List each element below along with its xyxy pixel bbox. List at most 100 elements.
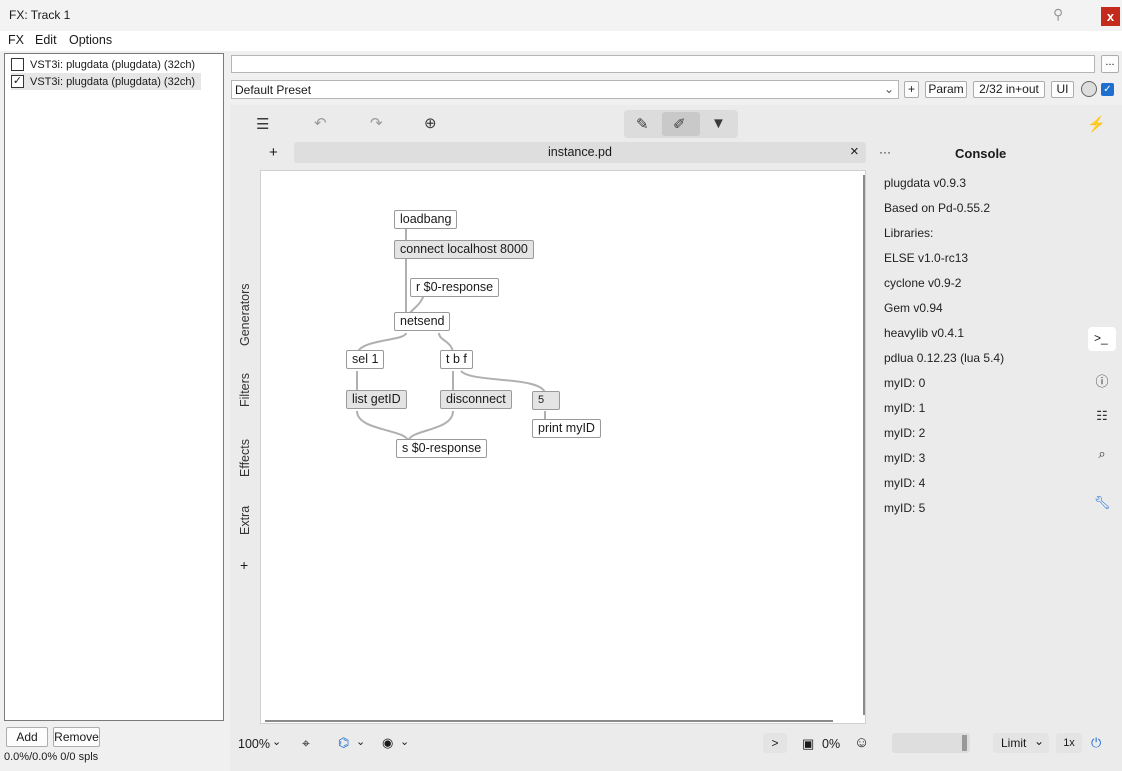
cpu-status: 0.0%/0.0% 0/0 spls	[4, 751, 99, 763]
chevron-down-icon[interactable]: ⌄	[356, 735, 365, 748]
smiley-icon[interactable]: ☺	[854, 734, 869, 751]
add-category-button[interactable]: +	[240, 557, 248, 573]
pd-object[interactable]: r $0-response	[410, 278, 500, 297]
chevron-down-icon[interactable]: ⌄	[400, 735, 409, 748]
limiter-button[interactable]: Limit ⌄	[993, 733, 1049, 753]
patch-connections	[356, 226, 546, 442]
pd-message[interactable]: connect localhost 8000	[394, 240, 534, 259]
new-tab-button[interactable]: +	[269, 144, 278, 161]
limiter-label: Limit	[1001, 736, 1027, 750]
fx-enable-checkbox[interactable]	[11, 58, 24, 71]
pd-number-box[interactable]: 5	[532, 391, 560, 410]
tab-instance[interactable]: instance.pd ×	[294, 142, 866, 163]
pd-object[interactable]: t b f	[440, 350, 473, 369]
console-line: pdlua 0.12.23 (lua 5.4)	[884, 351, 1005, 365]
edit-mode-icon[interactable]: ✎	[636, 115, 649, 133]
console-panel: ··· Console plugdata v0.9.3 Based on Pd-…	[870, 142, 1122, 724]
tab-extra[interactable]: Extra	[238, 506, 252, 535]
pd-message[interactable]: list getID	[346, 390, 407, 409]
console-line: Based on Pd-0.55.2	[884, 201, 991, 215]
redo-icon[interactable]: ↷	[370, 114, 383, 132]
wet-knob[interactable]	[1081, 81, 1097, 97]
horizontal-scrollbar[interactable]	[265, 720, 833, 722]
close-button[interactable]: x	[1101, 7, 1120, 26]
console-line: ELSE v1.0-rc13	[884, 251, 969, 265]
tab-filters[interactable]: Filters	[238, 373, 252, 407]
pd-object[interactable]: loadbang	[394, 210, 458, 229]
fx-chain-item[interactable]: VST3i: plugdata (plugdata) (32ch)	[11, 56, 195, 73]
console-line: myID: 1	[884, 401, 926, 415]
preset-value: Default Preset	[235, 83, 312, 97]
bottom-toolbar: 100% ⌄ ⌖ ⌬ ⌄ ◉ ⌄ > ▣ 0% ☺ Limit ⌄ 1x ⏻	[230, 724, 1122, 771]
fx-chain-list[interactable]: VST3i: plugdata (plugdata) (32ch) ✓ VST3…	[4, 53, 224, 721]
run-mode-icon: ✐	[673, 116, 686, 133]
connection-style-icon[interactable]: ⌬	[338, 735, 349, 751]
menu-options[interactable]: Options	[69, 33, 112, 47]
io-button[interactable]: 2/32 in+out	[973, 81, 1045, 98]
preset-select[interactable]: Default Preset ⌄	[231, 80, 899, 99]
pd-message[interactable]: disconnect	[440, 390, 512, 409]
crosshair-icon[interactable]: ⌖	[302, 735, 310, 752]
bypass-checkbox[interactable]: ✓	[1101, 83, 1114, 96]
info-icon[interactable]: ⓘ	[1090, 371, 1114, 390]
vertical-scrollbar[interactable]	[863, 175, 865, 715]
add-fx-button[interactable]: Add	[6, 727, 48, 747]
fx-item-label: VST3i: plugdata (plugdata) (32ch)	[30, 75, 196, 88]
wrench-icon[interactable]: 🔧︎	[1090, 495, 1114, 511]
close-tab-icon[interactable]: ×	[850, 143, 859, 160]
console-line: cyclone v0.9-2	[884, 276, 962, 290]
window-title: FX: Track 1	[9, 8, 71, 22]
console-menu-icon[interactable]: ···	[879, 145, 891, 159]
edit-mode-group: ✎ ✐ ▼	[624, 110, 738, 138]
plugin-mode-icon[interactable]: ⚡	[1087, 115, 1106, 133]
eye-icon[interactable]: ◉	[382, 735, 393, 751]
menu-icon[interactable]: ☰	[256, 115, 269, 133]
console-line: heavylib v0.4.1	[884, 326, 965, 340]
tab-generators[interactable]: Generators	[238, 283, 252, 346]
fx-item-label: VST3i: plugdata (plugdata) (32ch)	[30, 58, 196, 71]
console-sidebar-button[interactable]: >_	[1088, 327, 1116, 351]
pin-icon[interactable]: ⚲	[1053, 6, 1071, 24]
fx-chain-item[interactable]: ✓ VST3i: plugdata (plugdata) (32ch)	[11, 73, 202, 90]
window-titlebar: FX: Track 1 ⚲ x	[0, 0, 1122, 31]
pd-object[interactable]: print myID	[532, 419, 601, 438]
cpu-usage: 0%	[822, 737, 841, 751]
fx-enable-checkbox[interactable]: ✓	[11, 75, 24, 88]
tab-title: instance.pd	[548, 145, 612, 159]
oversample-button[interactable]: 1x	[1056, 733, 1082, 753]
console-line: myID: 0	[884, 376, 926, 390]
ui-button[interactable]: UI	[1051, 81, 1074, 98]
dsp-toggle-button[interactable]: >	[763, 733, 787, 753]
volume-slider-handle[interactable]	[962, 735, 967, 751]
console-line: Libraries:	[884, 226, 934, 240]
remove-fx-button[interactable]: Remove	[53, 727, 100, 747]
param-button[interactable]: Param	[925, 81, 967, 98]
console-line: Gem v0.94	[884, 301, 943, 315]
volume-slider[interactable]	[892, 733, 970, 753]
console-line: plugdata v0.9.3	[884, 176, 967, 190]
zoom-level[interactable]: 100%	[238, 737, 270, 751]
power-icon[interactable]: ⏻	[1091, 735, 1101, 751]
console-line: myID: 4	[884, 476, 926, 490]
console-line: myID: 3	[884, 451, 926, 465]
preset-name-input[interactable]	[231, 55, 1095, 73]
patch-canvas[interactable]: loadbang connect localhost 8000 r $0-res…	[260, 170, 866, 724]
more-button[interactable]: ...	[1101, 55, 1119, 73]
search-icon[interactable]: ⌕	[1090, 446, 1114, 462]
presentation-mode-icon[interactable]: ▼	[711, 115, 726, 132]
console-title: Console	[955, 146, 1007, 161]
add-object-icon[interactable]: ⊕	[424, 114, 437, 132]
chevron-down-icon[interactable]: ⌄	[272, 735, 281, 748]
pd-object[interactable]: s $0-response	[396, 439, 488, 458]
add-preset-button[interactable]: +	[904, 81, 919, 98]
undo-icon[interactable]: ↶	[314, 114, 327, 132]
console-line: myID: 5	[884, 501, 926, 515]
pd-object[interactable]: sel 1	[346, 350, 385, 369]
menu-edit[interactable]: Edit	[35, 33, 57, 47]
pd-object[interactable]: netsend	[394, 312, 451, 331]
run-mode-button[interactable]: ✐	[662, 112, 700, 136]
menu-fx[interactable]: FX	[8, 33, 24, 47]
inspector-icon[interactable]: ☷	[1090, 408, 1114, 424]
tab-effects[interactable]: Effects	[238, 439, 252, 477]
cpu-icon: ▣	[802, 736, 815, 751]
